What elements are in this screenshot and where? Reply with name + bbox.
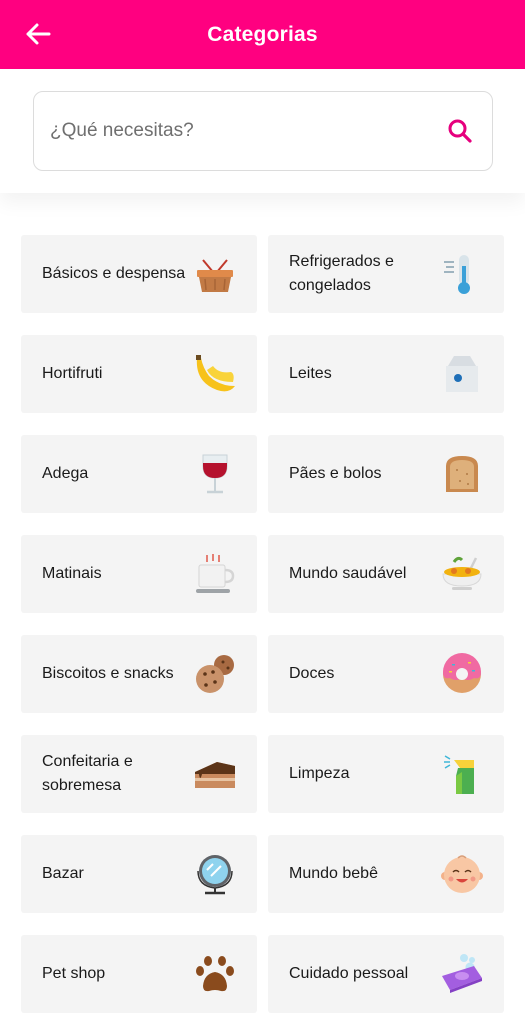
category-label: Doces xyxy=(289,665,335,682)
paw-icon xyxy=(193,952,237,996)
category-label: Limpeza xyxy=(289,765,350,782)
bread-slice-icon xyxy=(440,452,484,496)
app-bar: Categorias xyxy=(0,0,525,69)
milk-carton-icon xyxy=(440,352,484,396)
coffee-cup-icon xyxy=(193,552,237,596)
donut-icon xyxy=(440,652,484,696)
category-card-limpeza[interactable]: Limpeza xyxy=(268,735,504,813)
category-label: Pães e bolos xyxy=(289,465,382,482)
search-section xyxy=(0,69,525,193)
category-card-paes[interactable]: Pães e bolos xyxy=(268,435,504,513)
search-button[interactable] xyxy=(446,117,474,145)
search-box xyxy=(33,91,493,171)
category-card-saudavel[interactable]: Mundo saudável xyxy=(268,535,504,613)
category-card-hortifruti[interactable]: Hortifruti xyxy=(21,335,257,413)
category-card-adega[interactable]: Adega xyxy=(21,435,257,513)
thermometer-cold-icon xyxy=(440,252,484,296)
healthy-bowl-icon xyxy=(440,552,484,596)
picnic-basket-icon xyxy=(193,252,237,296)
cookies-icon xyxy=(193,652,237,696)
cake-slice-icon xyxy=(193,752,237,796)
search-icon xyxy=(448,119,472,143)
category-card-matinais[interactable]: Matinais xyxy=(21,535,257,613)
category-label: Matinais xyxy=(42,565,102,582)
category-label: Refrigerados e congelados xyxy=(289,253,394,294)
category-label: Bazar xyxy=(42,865,84,882)
category-grid: Básicos e despensa Refrigerados e congel… xyxy=(21,235,504,1013)
category-label: Confeitaria e sobremesa xyxy=(42,753,133,794)
category-label: Mundo bebê xyxy=(289,865,378,882)
arrow-left-icon xyxy=(26,23,51,45)
soap-icon xyxy=(440,952,484,996)
wine-glass-icon xyxy=(193,452,237,496)
category-card-refrigerados[interactable]: Refrigerados e congelados xyxy=(268,235,504,313)
category-label: Biscoitos e snacks xyxy=(42,665,174,682)
category-label: Adega xyxy=(42,465,89,482)
category-card-cuidado[interactable]: Cuidado pessoal xyxy=(268,935,504,1013)
category-card-biscoitos[interactable]: Biscoitos e snacks xyxy=(21,635,257,713)
search-input[interactable] xyxy=(50,120,446,142)
category-card-bebe[interactable]: Mundo bebê xyxy=(268,835,504,913)
mirror-icon xyxy=(193,852,237,896)
category-label: Básicos e despensa xyxy=(42,265,186,282)
category-card-basicos[interactable]: Básicos e despensa xyxy=(21,235,257,313)
category-label: Hortifruti xyxy=(42,365,103,382)
baby-face-icon xyxy=(440,852,484,896)
category-label: Mundo saudável xyxy=(289,565,407,582)
page-title: Categorias xyxy=(207,22,318,46)
spray-bottle-icon xyxy=(440,752,484,796)
banana-icon xyxy=(193,352,237,396)
category-label: Cuidado pessoal xyxy=(289,965,409,982)
category-card-leites[interactable]: Leites xyxy=(268,335,504,413)
category-card-bazar[interactable]: Bazar xyxy=(21,835,257,913)
category-card-petshop[interactable]: Pet shop xyxy=(21,935,257,1013)
category-card-doces[interactable]: Doces xyxy=(268,635,504,713)
category-label: Pet shop xyxy=(42,965,106,982)
back-button[interactable] xyxy=(18,16,58,52)
category-label: Leites xyxy=(289,365,332,382)
category-card-confeitaria[interactable]: Confeitaria e sobremesa xyxy=(21,735,257,813)
